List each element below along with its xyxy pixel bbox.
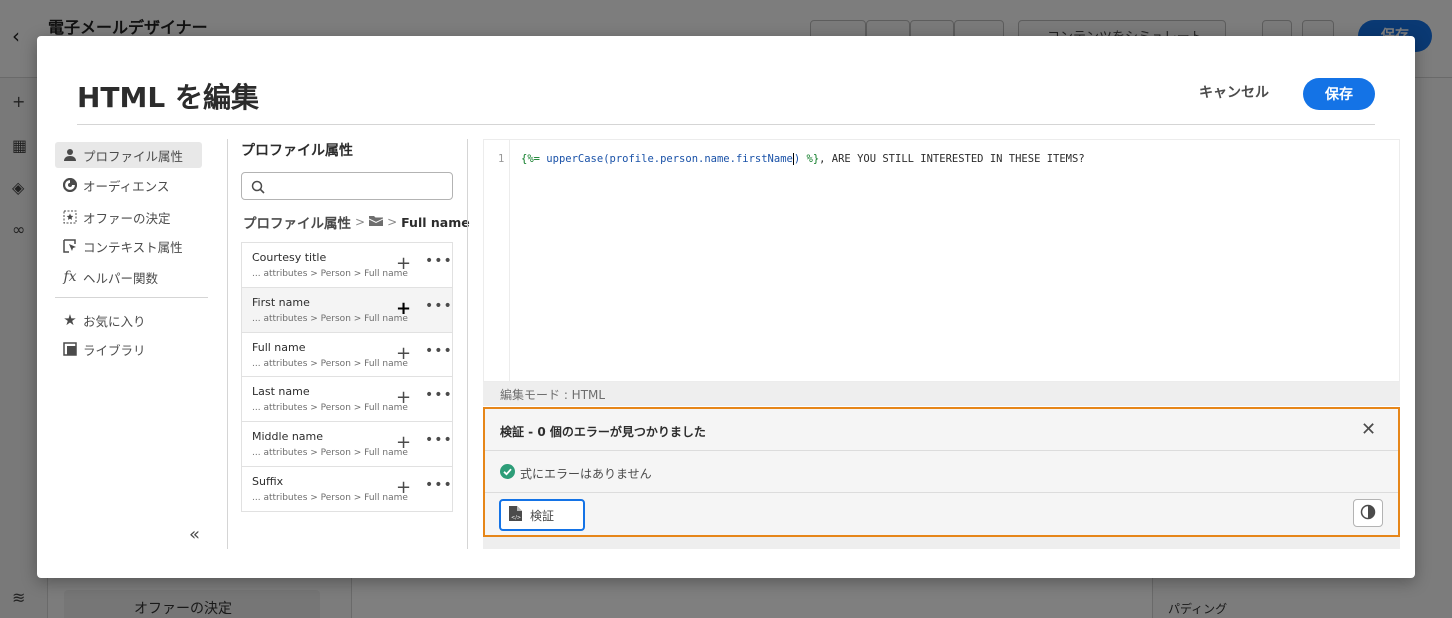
panel-divider (227, 139, 228, 549)
item-name: Courtesy title (252, 251, 327, 264)
breadcrumb-current: Full name (401, 214, 470, 230)
breadcrumb-root[interactable]: プロファイル属性 (243, 212, 351, 232)
contrast-toggle-button[interactable] (1353, 499, 1383, 527)
library-icon (63, 342, 77, 356)
header-divider (77, 124, 1375, 125)
svg-text:</>: </> (511, 515, 521, 521)
item-path: ... attributes > Person > Full name (252, 313, 408, 324)
list-item[interactable]: Middle name ... attributes > Person > Fu… (242, 422, 452, 467)
breadcrumb: プロファイル属性 > > Full name (243, 212, 470, 233)
more-icon[interactable]: ••• (425, 343, 453, 359)
attribute-list: Courtesy title ... attributes > Person >… (241, 242, 453, 512)
success-check-icon (500, 464, 515, 483)
category-offer-decisions[interactable]: オファーの決定 (55, 204, 202, 230)
item-path: ... attributes > Person > Full name (252, 358, 408, 369)
item-path: ... attributes > Person > Full name (252, 492, 408, 503)
validation-message: 式にエラーはありません (520, 467, 652, 481)
code-delimiter-open: {%= (521, 153, 547, 165)
list-item[interactable]: Full name ... attributes > Person > Full… (242, 333, 452, 378)
category-label: ヘルパー関数 (83, 270, 159, 286)
category-label: オファーの決定 (83, 210, 171, 226)
search-icon (251, 179, 265, 198)
panel-divider (467, 139, 468, 549)
category-library[interactable]: ライブラリ (55, 336, 202, 362)
offer-icon (63, 210, 77, 224)
item-name: First name (252, 295, 310, 309)
contrast-icon (1360, 504, 1376, 523)
line-gutter: 1 (484, 140, 510, 381)
cancel-button[interactable]: キャンセル (1199, 82, 1269, 102)
browser-heading: プロファイル属性 (241, 143, 353, 159)
more-icon[interactable]: ••• (425, 253, 453, 269)
more-icon[interactable]: ••• (425, 298, 453, 314)
validation-title: 検証 - 0 個のエラーが見つかりました (500, 425, 706, 439)
add-icon[interactable]: + (396, 434, 411, 452)
validation-header: 検証 - 0 個のエラーが見つかりました ✕ (485, 409, 1398, 451)
category-label: ライブラリ (83, 342, 146, 358)
edit-mode-bar: 編集モード : HTML (483, 382, 1400, 406)
category-label: お気に入り (83, 313, 146, 329)
category-divider (55, 297, 208, 298)
category-helper-functions[interactable]: fx ヘルパー関数 (55, 264, 202, 290)
code-text: , ARE YOU STILL INTERESTED IN THESE ITEM… (819, 153, 1085, 165)
search-box[interactable] (241, 172, 453, 200)
category-profile-attributes[interactable]: プロファイル属性 (55, 142, 202, 168)
add-icon[interactable]: + (396, 255, 411, 273)
add-icon[interactable]: + (396, 389, 411, 407)
item-name: Suffix (252, 474, 284, 488)
dialog-title: HTML を編集 (77, 81, 259, 114)
file-code-icon: </> (509, 506, 522, 524)
code-editor[interactable]: 1 {%= upperCase(profile.person.name.firs… (483, 139, 1400, 382)
star-icon: ★ (63, 311, 77, 329)
list-item[interactable]: Courtesy title ... attributes > Person >… (242, 243, 452, 288)
folder-icon[interactable] (368, 214, 384, 230)
search-input[interactable] (272, 175, 448, 197)
code-function: upperCase(profile.person.name.firstName (546, 153, 793, 165)
item-name: Last name (252, 385, 310, 399)
item-path: ... attributes > Person > Full name (252, 403, 408, 414)
breadcrumb-separator: > (355, 215, 366, 229)
validate-button[interactable]: </> 検証 (499, 499, 585, 531)
person-icon (63, 148, 77, 162)
item-path: ... attributes > Person > Full name (252, 448, 408, 459)
category-favorites[interactable]: ★ お気に入り (55, 307, 202, 333)
validation-result: 式にエラーはありません (485, 451, 1398, 493)
context-icon (63, 239, 77, 253)
item-name: Full name (252, 340, 306, 354)
item-path: ... attributes > Person > Full name (252, 269, 408, 279)
breadcrumb-separator: > (387, 215, 398, 229)
function-icon: fx (63, 269, 77, 285)
more-icon[interactable]: ••• (425, 477, 453, 493)
more-icon[interactable]: ••• (425, 432, 453, 448)
line-number: 1 (498, 153, 505, 165)
more-icon[interactable]: ••• (425, 387, 453, 403)
validate-label: 検証 (530, 508, 555, 523)
list-item[interactable]: Suffix ... attributes > Person > Full na… (242, 467, 452, 512)
category-contextual-attributes[interactable]: コンテキスト属性 (55, 233, 202, 259)
edit-mode-label: 編集モード : HTML (500, 388, 606, 402)
code-delimiter-close: %} (800, 153, 820, 165)
edit-html-dialog: HTML を編集 キャンセル 保存 プロファイル属性 オーディエンス オファーの… (37, 36, 1415, 578)
collapse-panel-icon[interactable]: « (189, 524, 200, 545)
item-name: Middle name (252, 430, 324, 444)
list-item[interactable]: Last name ... attributes > Person > Full… (242, 377, 453, 423)
editor-footer (483, 537, 1400, 549)
validation-panel: 検証 - 0 個のエラーが見つかりました ✕ 式にエラーはありません </> 検… (483, 407, 1400, 537)
category-audiences[interactable]: オーディエンス (55, 172, 202, 198)
audience-icon (63, 178, 77, 192)
close-icon[interactable]: ✕ (1361, 419, 1376, 440)
list-item[interactable]: First name ... attributes > Person > Ful… (242, 287, 453, 333)
save-button[interactable]: 保存 (1303, 78, 1375, 110)
category-label: オーディエンス (83, 178, 170, 194)
add-icon[interactable]: + (396, 299, 411, 318)
category-label: コンテキスト属性 (83, 239, 183, 255)
code-line[interactable]: {%= upperCase(profile.person.name.firstN… (521, 153, 1085, 165)
category-label: プロファイル属性 (83, 148, 184, 164)
add-icon[interactable]: + (396, 344, 411, 363)
add-icon[interactable]: + (396, 478, 411, 497)
